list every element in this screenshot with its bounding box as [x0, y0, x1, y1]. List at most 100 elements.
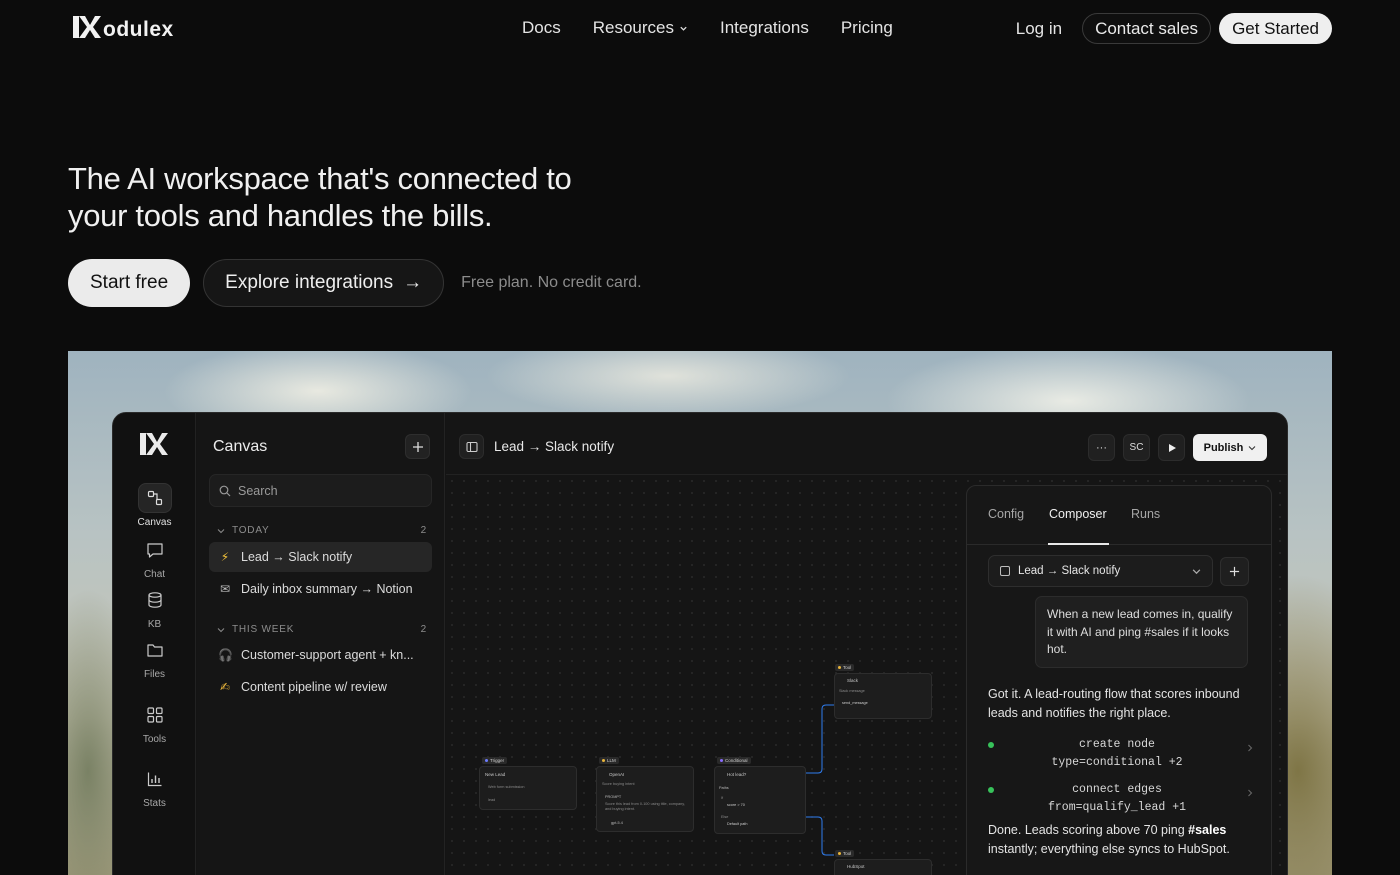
flow-select-value: Lead → Slack notify [1018, 565, 1121, 577]
tab-composer[interactable]: Composer [1049, 507, 1107, 521]
node-title: Slack [847, 678, 859, 683]
node-tag: LLM [599, 757, 619, 764]
group-count: 2 [420, 525, 427, 536]
done-text-pre: Done. Leads scoring above 70 ping [988, 823, 1189, 837]
conditional-node[interactable]: Conditional Hot lead? Paths If score > 7… [714, 757, 806, 834]
avatar[interactable]: SC [1123, 434, 1150, 461]
canvas-topbar: Lead → Slack notify ··· SC Publish [446, 413, 1287, 475]
app-rail: Canvas Chat KB Files Tools Stats [113, 413, 196, 875]
group-today-header[interactable]: TODAY 2 [217, 525, 427, 536]
sidebar-search-input[interactable]: Search [209, 474, 432, 507]
tab-runs[interactable]: Runs [1131, 507, 1160, 521]
nav-links: Docs Resources Integrations Pricing [522, 18, 893, 38]
flow-select-dropdown[interactable]: Lead → Slack notify [988, 555, 1213, 587]
nav-link-pricing[interactable]: Pricing [841, 18, 893, 38]
node-field: lead [488, 798, 496, 802]
nav-link-resources-label: Resources [592, 18, 674, 37]
node-tag: Conditional [717, 757, 751, 764]
list-item-label: Content pipeline w/ review [241, 680, 387, 694]
tool-step[interactable]: connect edges from=qualify_lead +1 [988, 783, 1254, 819]
slack-node[interactable]: Tool Slack Slack message send_message [834, 664, 932, 719]
get-started-button[interactable]: Get Started [1219, 13, 1332, 44]
product-showcase: Canvas Chat KB Files Tools Stats Canvas … [68, 351, 1332, 875]
group-this-week-header[interactable]: THIS WEEK 2 [217, 624, 427, 635]
nav-link-docs[interactable]: Docs [522, 18, 561, 38]
chevron-right-icon [1248, 789, 1253, 797]
new-canvas-button[interactable] [405, 434, 430, 459]
step-line2: from=qualify_lead +1 [1047, 801, 1187, 814]
model-name: gpt-5.4 [611, 821, 623, 825]
node-tag-label: LLM [607, 758, 616, 763]
assistant-done-message: Done. Leads scoring above 70 ping #sales… [988, 821, 1254, 859]
rail-label: Canvas [137, 517, 172, 528]
hero-title: The AI workspace that's connected to you… [68, 160, 628, 234]
contact-sales-button[interactable]: Contact sales [1082, 13, 1212, 44]
rail-item-canvas[interactable]: Canvas [113, 483, 196, 528]
group-count: 2 [420, 624, 427, 635]
node-title: HubSpot [847, 864, 865, 869]
node-title: New Lead [485, 772, 506, 777]
explore-integrations-label: Explore integrations [225, 272, 394, 293]
hero-ctas: Start free Explore integrations → Free p… [68, 259, 642, 307]
done-text-post: instantly; everything else syncs to HubS… [988, 842, 1230, 856]
status-dot [988, 742, 994, 748]
tab-config[interactable]: Config [988, 507, 1024, 521]
list-item[interactable]: ⚡ Lead → Slack notify [209, 542, 432, 572]
chevron-down-icon [1192, 569, 1201, 575]
nav-link-resources[interactable]: Resources [593, 18, 688, 38]
node-tag-label: Tool [843, 665, 852, 670]
more-options-button[interactable]: ··· [1088, 434, 1115, 461]
node-title: OpenAI [609, 772, 625, 777]
explore-integrations-button[interactable]: Explore integrations → [203, 259, 445, 307]
trigger-node[interactable]: Trigger New Lead Web form submission lea… [479, 757, 577, 810]
nav-actions: Log in Contact sales Get Started [1016, 13, 1332, 44]
list-item[interactable]: 🎧 Customer-support agent + kn... [209, 640, 432, 670]
publish-label: Publish [1203, 441, 1244, 454]
add-flow-button[interactable] [1220, 557, 1249, 586]
channel-mention[interactable]: #sales [1188, 823, 1226, 837]
list-item[interactable]: ✍ Content pipeline w/ review [209, 672, 432, 702]
rail-item-chat[interactable]: Chat [113, 535, 196, 580]
canvas-sidebar: Canvas Search TODAY 2 ⚡ Lead → Slack not… [197, 413, 445, 875]
play-icon [1168, 443, 1176, 452]
rail-label: Tools [142, 734, 167, 745]
panel-icon [465, 441, 478, 452]
brand-logo[interactable]: odulex [72, 14, 174, 40]
checkbox-icon [1000, 566, 1010, 576]
chevron-right-icon [1248, 744, 1253, 752]
publish-button[interactable]: Publish [1193, 434, 1267, 461]
modulex-logo-icon[interactable] [138, 431, 170, 457]
group-label: TODAY [232, 525, 270, 536]
run-button[interactable] [1158, 434, 1185, 461]
paths-label: Paths [719, 786, 729, 790]
arrow-right-icon: → [403, 272, 423, 293]
start-free-button[interactable]: Start free [68, 259, 191, 307]
list-item[interactable]: ✉ Daily inbox summary → Notion [209, 574, 432, 604]
node-title: Hot lead? [727, 772, 747, 777]
node-sub: Web form submission [488, 785, 525, 789]
llm-node[interactable]: LLM OpenAI Score buying intent PROMPT Sc… [596, 757, 694, 832]
login-link[interactable]: Log in [1016, 19, 1062, 39]
rail-item-kb[interactable]: KB [113, 585, 196, 630]
search-icon [219, 485, 231, 496]
list-item-label: Customer-support agent + kn... [241, 648, 414, 662]
flow-title: Lead → Slack notify [494, 439, 615, 454]
tool-step[interactable]: create node type=conditional +2 [988, 738, 1254, 774]
sidebar-toggle-button[interactable] [459, 434, 484, 459]
node-tag-label: Tool [843, 851, 852, 856]
plus-icon [1229, 566, 1240, 577]
rail-item-tools[interactable]: Tools [113, 700, 196, 745]
rail-label: Files [143, 669, 166, 680]
hero-title-line2: your tools and handles the bills. [68, 198, 493, 233]
rail-item-stats[interactable]: Stats [113, 764, 196, 809]
hubspot-node[interactable]: Tool HubSpot [834, 850, 932, 875]
node-tag: Tool [835, 850, 855, 857]
node-tag-label: Conditional [725, 758, 748, 763]
chevron-down-icon [217, 627, 225, 632]
nav-link-integrations[interactable]: Integrations [720, 18, 809, 38]
app-window: Canvas Chat KB Files Tools Stats Canvas … [112, 412, 1288, 875]
list-item-label: Lead → Slack notify [241, 550, 353, 564]
plus-icon [412, 441, 423, 452]
node-sub: Slack message [839, 689, 865, 693]
rail-item-files[interactable]: Files [113, 635, 196, 680]
